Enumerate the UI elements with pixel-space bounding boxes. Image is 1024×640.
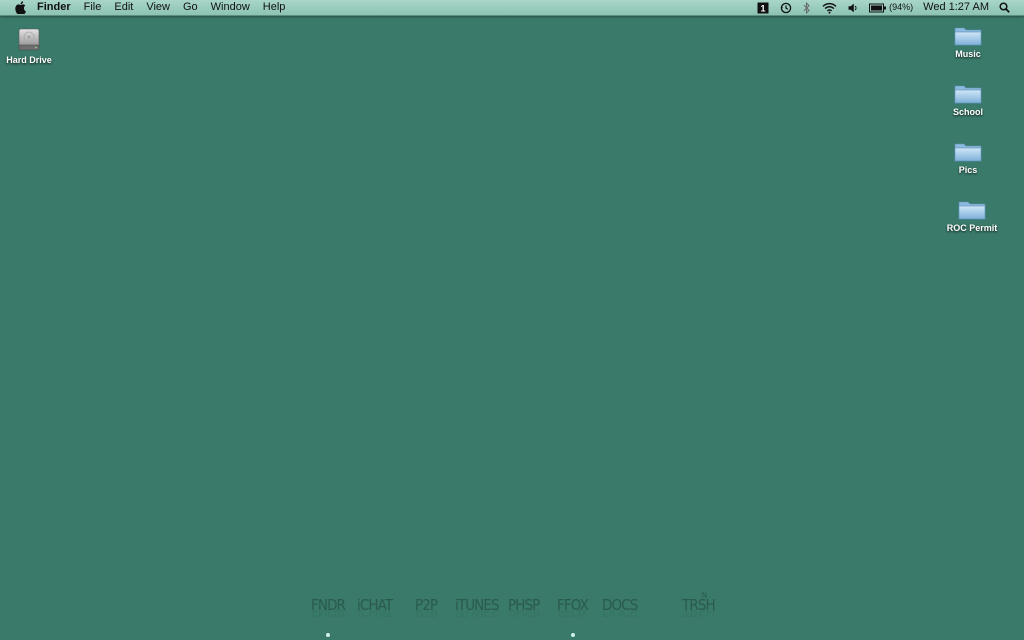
menu-finder[interactable]: Finder	[37, 0, 71, 15]
dock-item-reflection: TRSH	[682, 610, 715, 620]
dock-item-ichat[interactable]: iCHAT iCHAT	[357, 596, 393, 620]
wifi-icon[interactable]	[822, 2, 837, 14]
dock-item-docs[interactable]: DOCS DOCS	[602, 596, 638, 620]
menu-go[interactable]: Go	[183, 0, 198, 15]
dock-item-reflection: P2P	[415, 610, 438, 620]
desktop-icon-label: School	[952, 107, 983, 117]
desktop-icon-hard-drive[interactable]: Hard Drive	[0, 26, 69, 65]
menu-view[interactable]: View	[146, 0, 170, 15]
apple-menu-icon[interactable]	[14, 1, 27, 14]
desktop-icon-label: Music	[955, 49, 981, 59]
desktop-icon-music[interactable]: Music	[928, 24, 1008, 59]
dock-item-reflection: iTUNES	[455, 610, 499, 620]
menu-bar: Finder File Edit View Go Window Help 1 (…	[0, 0, 1024, 16]
running-indicator-ffox	[571, 633, 575, 637]
dock-item-reflection: FFOX	[557, 610, 588, 620]
dock-item-finder[interactable]: FNDR FNDR	[311, 596, 346, 620]
running-indicator-finder	[326, 633, 330, 637]
dock-item-ffox[interactable]: FFOX FFOX	[557, 596, 589, 620]
menu-bar-left: Finder File Edit View Go Window Help	[0, 0, 298, 15]
dock-item-itunes[interactable]: iTUNES iTUNES	[455, 596, 500, 620]
menu-clock[interactable]: Wed 1:27 AM	[923, 0, 989, 15]
folder-icon	[954, 85, 982, 104]
hard-drive-icon	[18, 28, 40, 51]
desktop-icon-label: Hard Drive	[6, 55, 52, 65]
menu-edit[interactable]: Edit	[114, 0, 133, 15]
dock: FNDR FNDR iCHAT iCHAT P2P P2P iTUNES iTU…	[0, 591, 1024, 640]
dock-item-reflection: PHSP	[508, 610, 540, 620]
bluetooth-icon[interactable]	[803, 1, 811, 14]
time-machine-icon[interactable]	[780, 2, 792, 14]
svg-text:1: 1	[761, 3, 766, 13]
desktop-icon-label: ROC Permit	[946, 223, 998, 233]
dock-item-trash[interactable]: TRSH N TRSH	[682, 591, 716, 620]
desktop-icon-roc-permit[interactable]: ROC Permit	[932, 198, 1012, 233]
trash-badge: N	[701, 591, 708, 600]
dock-item-reflection: DOCS	[602, 610, 638, 620]
desktop-icon-school[interactable]: School	[928, 82, 1008, 117]
folder-icon	[954, 143, 982, 162]
folder-icon	[954, 27, 982, 46]
folder-icon	[958, 201, 986, 220]
desktop-icon-pics[interactable]: Pics	[928, 140, 1008, 175]
menu-window[interactable]: Window	[211, 0, 250, 15]
menu-file[interactable]: File	[84, 0, 102, 15]
dock-item-phsp[interactable]: PHSP PHSP	[508, 596, 540, 620]
battery-icon	[869, 3, 887, 12]
dock-item-reflection: FNDR	[311, 610, 346, 620]
battery-status[interactable]: (94%)	[869, 0, 913, 15]
spaces-icon[interactable]: 1	[757, 2, 769, 14]
menu-bar-status: 1 (94%) Wed 1:27 AM	[746, 0, 1024, 15]
menu-help[interactable]: Help	[263, 0, 286, 15]
volume-icon[interactable]	[848, 2, 858, 14]
battery-percent: (94%)	[889, 2, 914, 12]
dock-item-p2p[interactable]: P2P P2P	[415, 596, 438, 620]
desktop-icon-label: Pics	[958, 165, 978, 175]
spotlight-icon[interactable]	[999, 2, 1010, 13]
dock-item-reflection: iCHAT	[357, 610, 393, 620]
